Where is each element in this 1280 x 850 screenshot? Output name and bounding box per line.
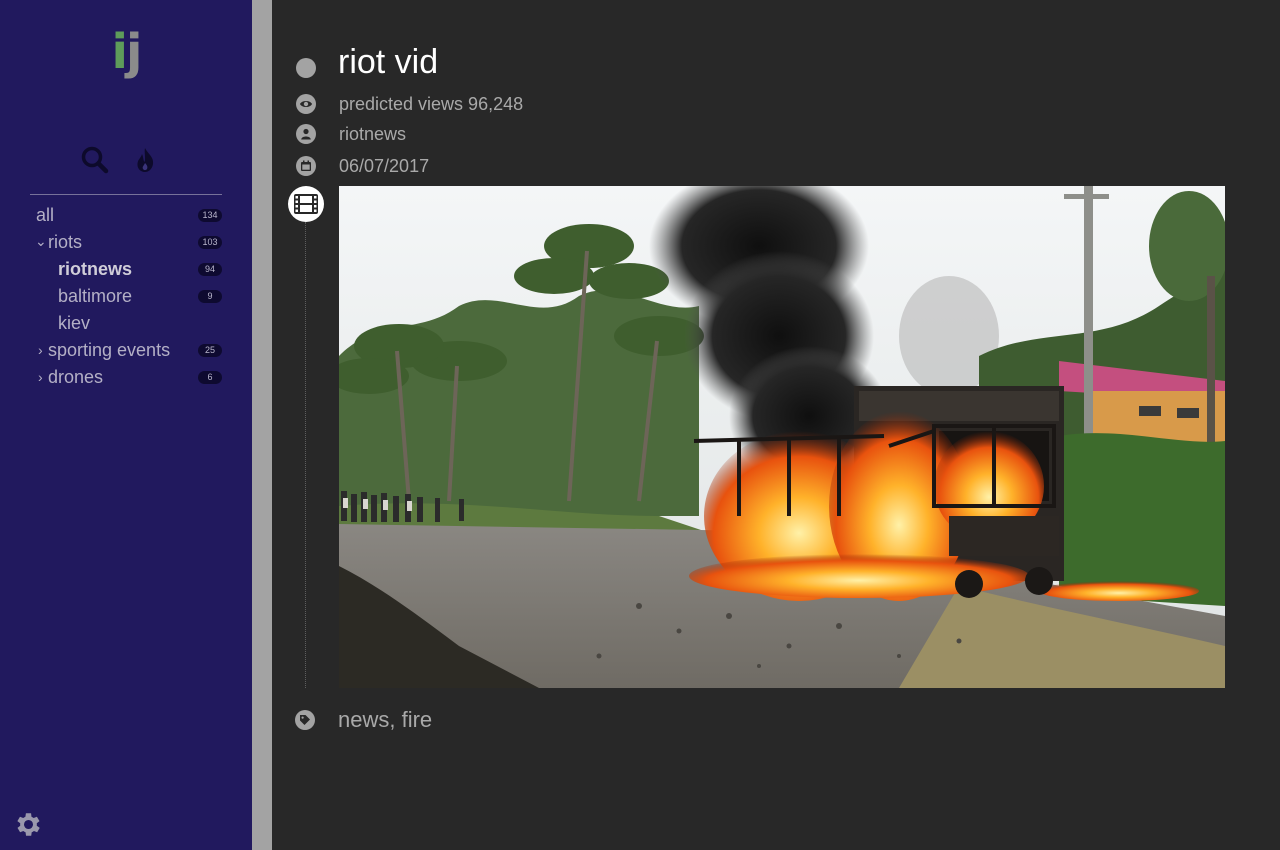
author-link[interactable]: riotnews [339,124,406,145]
user-icon [296,124,316,144]
sidebar-resize-handle[interactable] [252,0,272,850]
tree-item-label: riotnews [58,259,133,279]
tree-item-drones[interactable]: › drones 6 [0,364,252,391]
tree-item-sporting-events[interactable]: › sporting events 25 [0,337,252,364]
count-badge: 134 [198,209,222,222]
tree-item-label: riots [48,232,83,252]
tree-item-baltimore[interactable]: baltimore 9 [0,283,252,310]
tree-item-label: baltimore [58,286,133,306]
sidebar-tools [80,145,156,175]
item-tags[interactable]: news, fire [338,707,432,733]
sidebar: ij all 134 ⌄ riots 103 riotnews 94 balti… [0,0,252,850]
tree-item-label: drones [48,367,104,387]
date-row: 06/07/2017 [296,155,429,177]
chevron-right-icon[interactable]: › [38,337,43,364]
count-badge: 25 [198,344,222,357]
tag-icon [295,710,315,730]
gear-icon[interactable] [13,809,44,845]
tags-row: news, fire [295,707,432,732]
eye-icon [296,94,316,114]
count-badge: 9 [198,290,222,303]
item-title: riot vid [338,43,439,81]
category-tree: all 134 ⌄ riots 103 riotnews 94 baltimor… [0,202,252,391]
count-badge: 94 [198,263,222,276]
sidebar-divider [30,194,222,195]
tree-item-riots[interactable]: ⌄ riots 103 [0,229,252,256]
calendar-icon [296,156,316,176]
tree-item-kiev[interactable]: kiev [0,310,252,337]
app-logo[interactable]: ij [0,28,252,76]
tree-item-all[interactable]: all 134 [0,202,252,229]
timeline-connector [305,222,306,688]
tree-item-label: sporting events [48,340,171,360]
logo-letter-i: i [111,24,129,80]
views-row: predicted views 96,248 [296,93,523,115]
tree-item-label: kiev [58,313,91,333]
tree-item-label: all [36,205,55,225]
tree-item-riotnews[interactable]: riotnews 94 [0,256,252,283]
chevron-right-icon[interactable]: › [38,364,43,391]
flame-icon[interactable] [134,146,156,174]
count-badge: 103 [198,236,222,249]
item-date: 06/07/2017 [339,155,430,176]
count-badge: 6 [198,371,222,384]
status-dot [296,58,316,78]
predicted-views: predicted views 96,248 [339,93,524,114]
search-icon[interactable] [80,145,110,175]
chevron-down-icon[interactable]: ⌄ [35,228,47,255]
author-row: riotnews [296,123,406,145]
item-detail: riot vid predicted views 96,248 riotnews [272,0,1280,850]
logo-letter-j: j [126,24,143,80]
video-thumbnail[interactable] [339,186,1225,688]
film-icon [288,186,324,222]
